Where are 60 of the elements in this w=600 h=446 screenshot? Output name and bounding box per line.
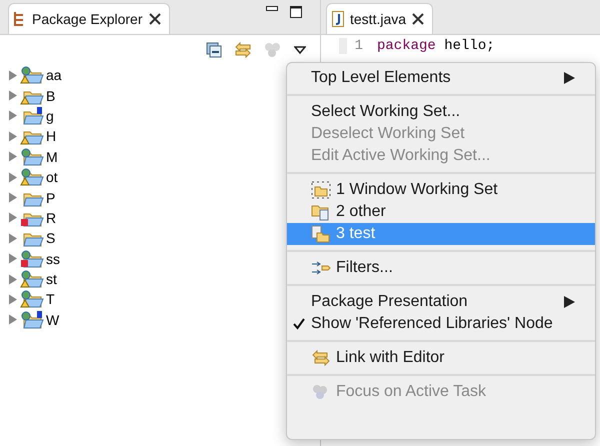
explorer-tab[interactable]: Package Explorer xyxy=(8,3,170,34)
project-folder-icon xyxy=(20,270,44,288)
java-file-icon xyxy=(332,11,344,27)
expand-arrow-icon[interactable] xyxy=(8,90,18,102)
maximize-icon[interactable] xyxy=(290,6,302,18)
project-name[interactable]: B xyxy=(46,88,56,104)
menu-item[interactable]: 1 Window Working Set xyxy=(287,179,595,201)
project-folder-icon xyxy=(20,250,44,268)
expand-arrow-icon[interactable] xyxy=(8,294,18,305)
expand-arrow-icon[interactable] xyxy=(8,212,18,224)
menu-item[interactable]: Filters... xyxy=(287,257,595,279)
project-name[interactable]: P xyxy=(46,190,56,206)
menu-item[interactable]: Show 'Referenced Libraries' Node xyxy=(287,313,595,335)
expand-arrow-icon[interactable] xyxy=(8,151,18,162)
project-name[interactable]: W xyxy=(46,312,60,328)
collapse-all-icon[interactable] xyxy=(206,42,222,58)
expand-arrow-icon[interactable] xyxy=(8,110,18,122)
project-name[interactable]: M xyxy=(46,148,58,165)
menu-item[interactable]: Top Level Elements xyxy=(287,67,595,89)
dashed-folder-icon xyxy=(311,181,331,199)
editor-tab[interactable]: testt.java xyxy=(326,3,434,34)
expand-arrow-icon[interactable] xyxy=(8,70,18,81)
close-icon[interactable] xyxy=(412,13,424,25)
project-name[interactable]: g xyxy=(46,108,54,124)
project-name[interactable]: ot xyxy=(46,169,58,186)
project-name[interactable]: H xyxy=(46,128,56,144)
folder-document-icon xyxy=(311,225,331,243)
project-folder-icon xyxy=(20,290,44,308)
close-icon[interactable] xyxy=(148,13,161,25)
package-icon xyxy=(14,11,26,27)
expand-arrow-icon[interactable] xyxy=(8,192,18,204)
link-arrows-icon[interactable] xyxy=(234,42,252,58)
submenu-arrow-icon xyxy=(564,72,575,84)
project-folder-icon xyxy=(20,310,44,329)
expand-arrow-icon[interactable] xyxy=(8,172,18,183)
submenu-arrow-icon xyxy=(564,296,575,308)
menu-item[interactable]: 2 other xyxy=(287,201,595,223)
project-name[interactable]: st xyxy=(46,271,57,288)
link-arrows-icon xyxy=(311,349,331,367)
folder-clipboard-icon xyxy=(311,203,331,221)
expand-arrow-icon[interactable] xyxy=(8,274,18,285)
project-name[interactable]: ss xyxy=(46,250,60,267)
project-name[interactable]: R xyxy=(46,210,56,226)
project-name[interactable]: T xyxy=(46,291,55,308)
project-folder-icon xyxy=(20,148,44,166)
menu-item[interactable]: Select Working Set... xyxy=(287,101,595,123)
menu-item[interactable]: Link with Editor xyxy=(287,347,595,369)
view-menu-icon[interactable] xyxy=(294,46,306,54)
minimize-icon[interactable] xyxy=(266,6,278,12)
expand-arrow-icon[interactable] xyxy=(8,130,18,142)
expand-arrow-icon[interactable] xyxy=(8,253,18,264)
project-name[interactable]: S xyxy=(46,230,56,246)
project-folder-icon xyxy=(20,66,44,84)
menu-item[interactable]: Package Presentation xyxy=(287,291,595,313)
code-line: package hello; xyxy=(376,38,495,54)
expand-arrow-icon[interactable] xyxy=(8,314,18,326)
project-folder-icon xyxy=(20,168,44,186)
expand-arrow-icon[interactable] xyxy=(8,232,18,244)
project-name[interactable]: aa xyxy=(46,67,62,84)
filter-icon xyxy=(311,259,331,277)
